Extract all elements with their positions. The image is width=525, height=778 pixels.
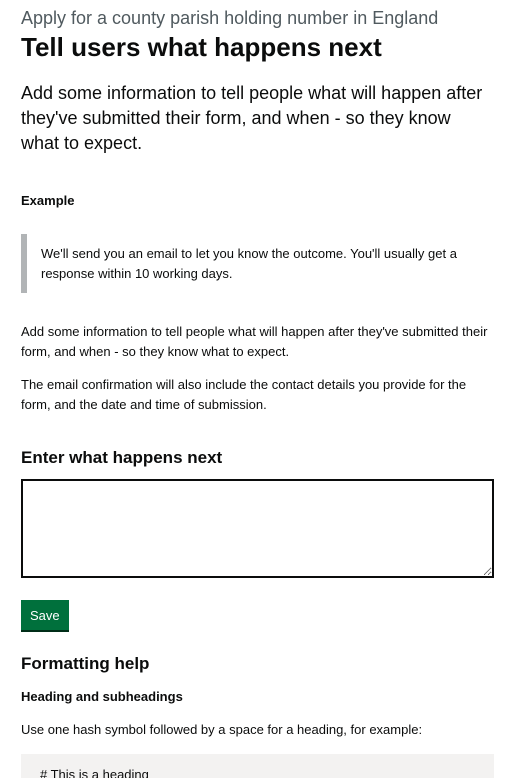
- page: Apply for a county parish holding number…: [0, 0, 525, 778]
- page-title: Tell users what happens next: [21, 32, 382, 62]
- guidance-paragraph-2: The email confirmation will also include…: [21, 377, 467, 412]
- formatting-help-heading: Formatting help: [21, 654, 150, 673]
- what-happens-next-textarea[interactable]: [21, 479, 494, 578]
- save-button[interactable]: Save: [21, 600, 69, 630]
- form-name-caption: Apply for a county parish holding number…: [21, 8, 439, 28]
- guidance-paragraph-1: Add some information to tell people what…: [21, 324, 488, 359]
- heading-subheadings-heading: Heading and subheadings: [21, 689, 183, 704]
- example-inset-text: We'll send you an email to let you know …: [21, 234, 489, 293]
- lead-paragraph: Add some information to tell people what…: [21, 83, 483, 153]
- example-label: Example: [21, 193, 75, 208]
- heading-help-text: Use one hash symbol followed by a space …: [21, 722, 423, 737]
- heading-code-example: # This is a heading: [21, 754, 494, 778]
- what-happens-next-label: Enter what happens next: [21, 448, 223, 467]
